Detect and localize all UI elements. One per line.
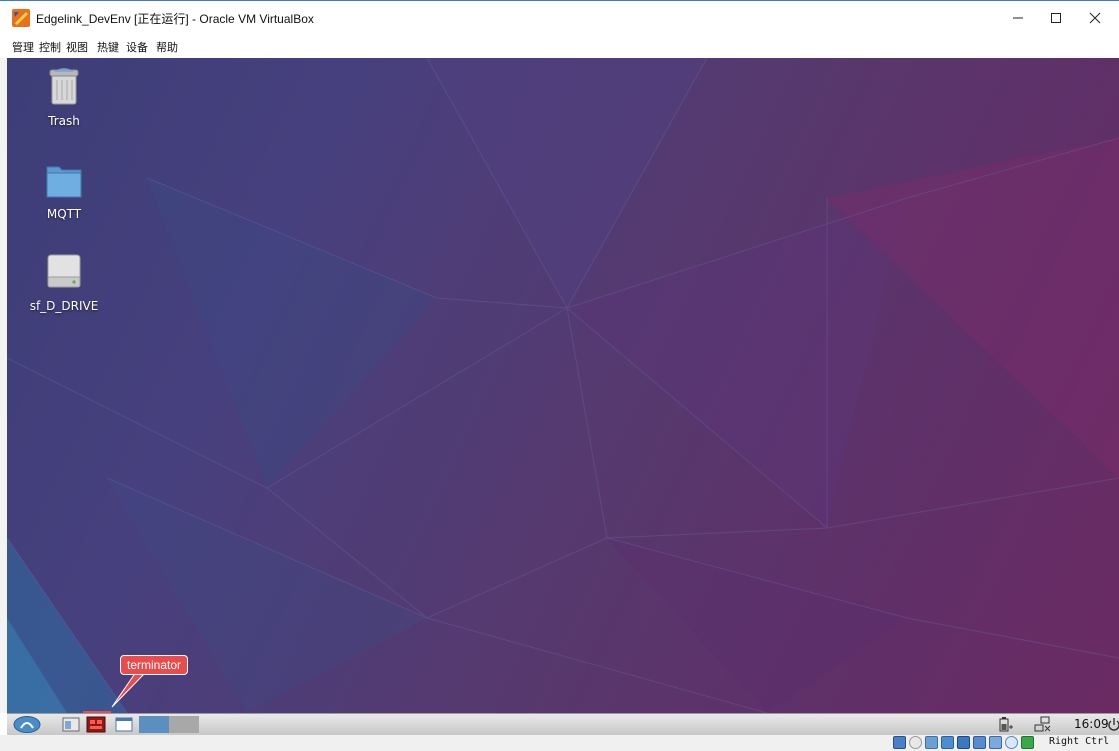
- hard-disk-icon[interactable]: [893, 736, 906, 749]
- power-icon[interactable]: [1108, 716, 1119, 733]
- shared-folders-icon[interactable]: [973, 736, 986, 749]
- start-menu-icon[interactable]: [13, 716, 41, 733]
- host-key-label[interactable]: Right Ctrl: [1049, 736, 1109, 747]
- mouse-integration-icon[interactable]: [1021, 736, 1034, 749]
- video-capture-icon[interactable]: [1005, 736, 1018, 749]
- network-adapter-icon[interactable]: [941, 736, 954, 749]
- guest-taskbar: 16:09: [7, 713, 1119, 735]
- file-manager-icon[interactable]: [61, 716, 81, 733]
- status-indicators: [893, 736, 1034, 749]
- terminator-callout: terminator: [120, 655, 189, 675]
- display-icon[interactable]: [989, 736, 1002, 749]
- taskbar-clock[interactable]: 16:09: [1074, 717, 1109, 731]
- optical-drive-icon[interactable]: [909, 736, 922, 749]
- callout-arrow: [83, 671, 148, 733]
- audio-icon[interactable]: [925, 736, 938, 749]
- network-icon[interactable]: [1033, 716, 1053, 733]
- usb-icon[interactable]: [957, 736, 970, 749]
- workspace-1[interactable]: [139, 716, 169, 733]
- terminator-icon[interactable]: [86, 716, 106, 733]
- workspace-2[interactable]: [169, 716, 199, 733]
- battery-icon[interactable]: [997, 716, 1015, 733]
- window-icon[interactable]: [114, 716, 134, 733]
- virtualbox-status-bar: Right Ctrl: [0, 735, 1119, 751]
